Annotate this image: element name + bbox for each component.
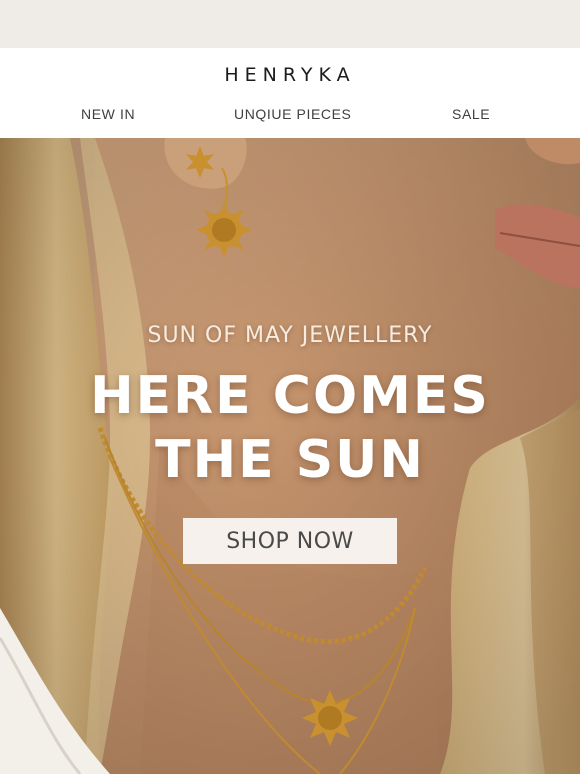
sun-pendant [302,690,358,746]
nav-item-new-in[interactable]: NEW IN [81,106,135,122]
hero-banner[interactable]: SUN OF MAY JEWELLERY HERE COMES THE SUN … [0,138,580,774]
shop-now-button[interactable]: SHOP NOW [183,518,397,564]
top-band [0,0,580,48]
brand-logo[interactable]: HENRYKA [0,64,580,86]
nav-item-unique-pieces[interactable]: UNQIUE PIECES [234,106,352,122]
email-header: HENRYKA NEW IN UNQIUE PIECES SALE [0,48,580,138]
hero-headline-line-2: THE SUN [155,430,425,490]
main-nav: NEW IN UNQIUE PIECES SALE [0,106,580,126]
hero-headline: HERE COMES THE SUN [0,364,580,492]
hero-headline-line-1: HERE COMES [90,366,490,426]
nav-item-sale[interactable]: SALE [452,106,490,122]
hero-eyebrow: SUN OF MAY JEWELLERY [147,323,433,348]
sun-drop-earring [196,202,252,258]
